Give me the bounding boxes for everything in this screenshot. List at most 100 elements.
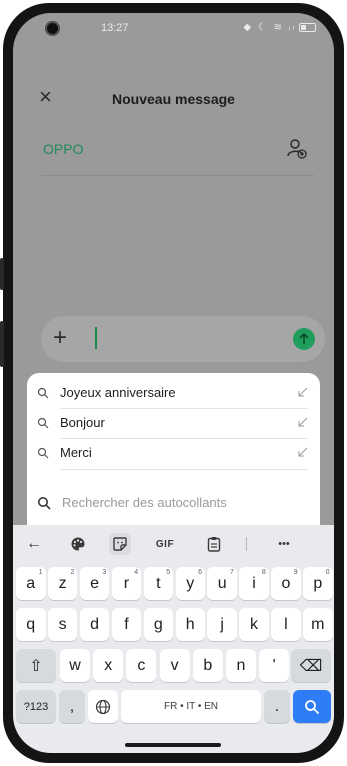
- front-camera: [45, 21, 60, 36]
- language-key[interactable]: [88, 690, 118, 723]
- battery-icon: [299, 23, 316, 32]
- arrow-up-icon: [299, 332, 309, 344]
- keyboard: ← GIF ••• a1z2e3r4t5y6u7i8o9p0 qsdfghjkl…: [13, 525, 334, 753]
- key-hint: 3: [102, 569, 107, 576]
- key-label: i: [252, 574, 256, 592]
- suggestion-item[interactable]: Merci: [27, 438, 320, 468]
- key-hint: 1: [38, 569, 43, 576]
- key-r[interactable]: r4: [111, 567, 142, 600]
- key-label: u: [217, 574, 227, 592]
- key-hint: 2: [70, 569, 75, 576]
- key-j[interactable]: j: [207, 608, 237, 641]
- key-g[interactable]: g: [143, 608, 174, 641]
- key-label: y: [186, 574, 195, 592]
- suggestion-label: Joyeux anniversaire: [60, 385, 176, 400]
- key-i[interactable]: i8: [239, 567, 269, 600]
- key-hint: 6: [198, 569, 202, 576]
- key-n[interactable]: n: [226, 649, 256, 682]
- sticker-icon[interactable]: [109, 533, 131, 555]
- key-l[interactable]: l: [271, 608, 301, 641]
- key-label: a: [26, 574, 36, 592]
- key-c[interactable]: c: [126, 649, 157, 682]
- toolbar-separator: [246, 537, 247, 551]
- key-hint: 5: [166, 569, 171, 576]
- insert-arrow-icon: [298, 417, 308, 427]
- key-q[interactable]: q: [16, 608, 46, 641]
- key-h[interactable]: h: [175, 608, 205, 641]
- key-p[interactable]: p0: [303, 567, 333, 600]
- key-a[interactable]: a1: [16, 567, 46, 600]
- key-hint: 7: [229, 569, 234, 576]
- key-b[interactable]: b: [192, 649, 223, 682]
- key-m[interactable]: m: [303, 608, 333, 641]
- key-f[interactable]: f: [111, 608, 142, 641]
- key-w[interactable]: w: [60, 649, 90, 682]
- key-s[interactable]: s: [47, 608, 78, 641]
- search-icon: [305, 699, 320, 714]
- key-apostrophe[interactable]: ': [259, 649, 290, 682]
- palette-icon[interactable]: [67, 533, 89, 555]
- period-key[interactable]: .: [264, 690, 290, 723]
- search-key[interactable]: [293, 690, 331, 723]
- search-icon: [37, 417, 49, 429]
- message-input[interactable]: +: [41, 316, 325, 362]
- key-hint: 9: [293, 569, 298, 576]
- more-options-icon[interactable]: •••: [269, 533, 299, 555]
- key-label: t: [156, 574, 161, 592]
- suggestion-item[interactable]: Bonjour: [27, 408, 320, 438]
- clipboard-icon[interactable]: [203, 533, 225, 555]
- key-z[interactable]: z2: [47, 567, 78, 600]
- key-label: z: [58, 574, 67, 592]
- volume-button: [0, 258, 4, 290]
- sticker-search-placeholder: Rechercher des autocollants: [62, 495, 227, 510]
- recipient-divider: [41, 175, 314, 176]
- space-key[interactable]: FR • IT • EN: [121, 690, 261, 723]
- search-icon: [37, 387, 49, 399]
- shift-key[interactable]: ⇧: [16, 649, 56, 682]
- key-hint: 8: [261, 569, 266, 576]
- gif-button[interactable]: GIF: [152, 533, 178, 555]
- send-button[interactable]: [293, 328, 315, 350]
- key-label: e: [90, 574, 99, 592]
- keyboard-toolbar: ← GIF •••: [13, 525, 334, 561]
- back-arrow-icon[interactable]: ←: [23, 533, 45, 555]
- key-hint: 4: [134, 569, 139, 576]
- screen: 13:27 ◆ ☾ ≋ ᵢₗ × Nouveau message OPPO +: [13, 13, 334, 753]
- key-t[interactable]: t5: [143, 567, 174, 600]
- status-icons-text: ◆ ☾ ≋ ᵢₗ: [243, 22, 296, 33]
- status-time: 13:27: [101, 22, 129, 34]
- backspace-key[interactable]: ⌫: [291, 649, 331, 682]
- key-o[interactable]: o9: [271, 567, 301, 600]
- status-bar: 13:27 ◆ ☾ ≋ ᵢₗ: [13, 13, 334, 43]
- suggestion-divider: [60, 469, 308, 470]
- comma-key[interactable]: ,: [59, 690, 85, 723]
- power-button: [0, 321, 4, 367]
- suggestion-label: Merci: [60, 445, 92, 460]
- home-indicator: [125, 743, 221, 747]
- key-label: r: [123, 574, 130, 592]
- key-u[interactable]: u7: [207, 567, 237, 600]
- attach-button[interactable]: +: [53, 325, 67, 351]
- key-label: o: [281, 574, 291, 592]
- sticker-search-input[interactable]: Rechercher des autocollants: [35, 490, 312, 516]
- recipient-name[interactable]: OPPO: [43, 141, 83, 157]
- search-icon: [38, 497, 51, 510]
- suggestion-label: Bonjour: [60, 415, 105, 430]
- insert-arrow-icon: [298, 447, 308, 457]
- page-title: Nouveau message: [112, 91, 235, 107]
- suggestion-item[interactable]: Joyeux anniversaire: [27, 378, 320, 408]
- key-x[interactable]: x: [93, 649, 124, 682]
- insert-arrow-icon: [298, 387, 308, 397]
- key-label: p: [313, 574, 323, 592]
- key-y[interactable]: y6: [175, 567, 205, 600]
- key-k[interactable]: k: [239, 608, 269, 641]
- add-contact-icon[interactable]: [286, 137, 308, 159]
- search-icon: [37, 447, 49, 459]
- key-v[interactable]: v: [159, 649, 190, 682]
- status-icons: ◆ ☾ ≋ ᵢₗ: [243, 22, 316, 33]
- key-d[interactable]: d: [79, 608, 110, 641]
- symbols-key[interactable]: ?123: [16, 690, 56, 723]
- globe-icon: [95, 699, 111, 714]
- key-e[interactable]: e3: [79, 567, 110, 600]
- phone-frame: 13:27 ◆ ☾ ≋ ᵢₗ × Nouveau message OPPO +: [0, 3, 344, 763]
